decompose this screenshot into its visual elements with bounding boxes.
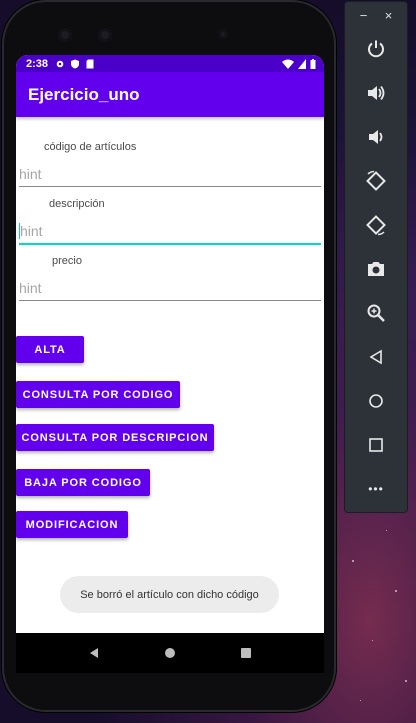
- app-title: Ejercicio_uno: [28, 84, 140, 104]
- rotate-left-icon: [366, 170, 386, 191]
- home-icon[interactable]: [164, 647, 176, 659]
- power-icon: [368, 40, 384, 58]
- home-circle-icon: [369, 394, 383, 408]
- volume-down-icon: [369, 130, 383, 144]
- front-sensor-icon: [98, 28, 112, 42]
- rotate-left-button[interactable]: [361, 166, 391, 196]
- zoom-button[interactable]: [361, 298, 391, 328]
- more-button[interactable]: •••: [361, 474, 391, 504]
- front-speaker-icon: [218, 29, 228, 39]
- back-triangle-icon: [369, 349, 382, 365]
- back-icon[interactable]: [88, 647, 100, 659]
- alta-button[interactable]: ALTA: [16, 336, 84, 363]
- precio-hint: hint: [19, 280, 42, 296]
- wifi-icon: [282, 59, 294, 69]
- shield-icon: [71, 59, 80, 68]
- label-precio: precio: [52, 255, 82, 267]
- more-icon: •••: [368, 482, 384, 496]
- codigo-input[interactable]: hint: [19, 162, 321, 187]
- front-camera-icon: [58, 28, 72, 42]
- rotate-right-icon: [366, 215, 386, 236]
- status-time: 2:38: [26, 57, 49, 70]
- volume-up-icon: [368, 85, 385, 101]
- minimize-button[interactable]: −: [360, 8, 368, 23]
- volume-down-button[interactable]: [361, 122, 391, 152]
- camera-icon: [368, 262, 384, 276]
- home-button[interactable]: [361, 386, 391, 416]
- toast-message: Se borró el artículo con dicho código: [60, 576, 279, 613]
- precio-input[interactable]: hint: [19, 276, 321, 301]
- status-bar: 2:38: [16, 55, 324, 72]
- rotate-right-button[interactable]: [361, 210, 391, 240]
- baja-codigo-button[interactable]: BAJA POR CODIGO: [16, 469, 150, 496]
- app-bar: Ejercicio_uno: [16, 72, 324, 117]
- sd-card-icon: [86, 59, 94, 68]
- consulta-descripcion-button[interactable]: CONSULTA POR DESCRIPCION: [16, 424, 214, 451]
- descripcion-input[interactable]: hint: [19, 219, 321, 245]
- battery-icon: [310, 58, 316, 69]
- screenshot-button[interactable]: [361, 254, 391, 284]
- emulator-toolbar: − × •••: [345, 2, 407, 512]
- app-screen: 2:38 Ejercicio_uno código de artículos h…: [16, 55, 324, 673]
- power-button[interactable]: [361, 34, 391, 64]
- label-descripcion: descripción: [49, 198, 105, 210]
- zoom-icon: [367, 304, 385, 322]
- overview-icon[interactable]: [240, 647, 252, 659]
- form-content: código de artículos hint descripción hin…: [16, 117, 324, 673]
- close-button[interactable]: ×: [385, 8, 393, 23]
- toolbar-window-controls: − ×: [345, 2, 407, 28]
- navigation-bar: [16, 633, 324, 673]
- volume-up-button[interactable]: [361, 78, 391, 108]
- label-codigo: código de artículos: [44, 141, 137, 153]
- overview-button[interactable]: [361, 430, 391, 460]
- descripcion-hint: hint: [20, 223, 43, 239]
- codigo-hint: hint: [19, 166, 42, 182]
- settings-icon: [56, 60, 64, 67]
- signal-icon: [298, 58, 306, 69]
- consulta-codigo-button[interactable]: CONSULTA POR CODIGO: [16, 381, 180, 408]
- back-button[interactable]: [361, 342, 391, 372]
- modificacion-button[interactable]: MODIFICACION: [16, 511, 128, 538]
- overview-square-icon: [369, 438, 383, 452]
